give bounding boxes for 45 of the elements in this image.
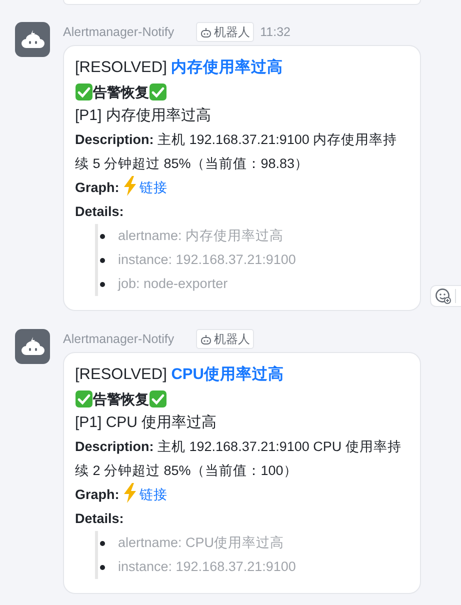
graph-link[interactable]: 链接 bbox=[139, 487, 168, 502]
timestamp: 11:32 bbox=[260, 24, 291, 41]
details-label: Details: bbox=[75, 511, 124, 526]
check-icon bbox=[75, 83, 93, 101]
robot-avatar[interactable] bbox=[15, 22, 50, 57]
sender-name[interactable]: Alertmanager-Notify bbox=[63, 330, 174, 348]
robot-icon bbox=[20, 337, 44, 356]
description-text: Description: 主机 192.168.37.21:9100 内存使用率持续 5 分钟超过 85%（当前值：98.83） bbox=[75, 131, 398, 173]
detail-text: instance: 192.168.37.21:9100 bbox=[118, 558, 296, 576]
alert-title: [RESOLVED] CPU使用率过高 bbox=[75, 364, 285, 385]
bullet-icon bbox=[100, 234, 105, 238]
robot-avatar[interactable] bbox=[15, 329, 50, 364]
alert-link[interactable]: CPU使用率过高 bbox=[171, 366, 284, 383]
detail-text: instance: 192.168.37.21:9100 bbox=[118, 251, 296, 269]
reaction-button[interactable] bbox=[430, 285, 461, 307]
robot-icon bbox=[200, 26, 212, 38]
bullet-icon bbox=[100, 564, 105, 570]
sender-name[interactable]: Alertmanager-Notify bbox=[63, 22, 174, 42]
detail-text: job: node-exporter bbox=[118, 275, 228, 293]
bot-tag: 机器人 bbox=[196, 22, 254, 42]
check-icon bbox=[149, 390, 167, 408]
bullet-icon bbox=[100, 540, 105, 546]
detail-text: alertname: CPU使用率过高 bbox=[118, 534, 284, 552]
robot-icon bbox=[20, 30, 44, 49]
alert-title: [RESOLVED] 内存使用率过高 bbox=[75, 58, 284, 78]
status-text: 告警恢复 bbox=[93, 83, 149, 102]
lightning-icon bbox=[123, 483, 138, 503]
robot-icon bbox=[200, 334, 212, 344]
details-label: Details: bbox=[75, 204, 124, 219]
alert-summary: [P1] CPU 使用率过高 bbox=[75, 413, 218, 433]
emoji-add-icon bbox=[435, 288, 451, 304]
alert-summary: [P1] 内存使用率过高 bbox=[75, 106, 212, 126]
graph-label: Graph: bbox=[75, 487, 120, 502]
lightning-icon bbox=[123, 176, 138, 196]
status-text: 告警恢复 bbox=[93, 390, 149, 409]
graph-link[interactable]: 链接 bbox=[139, 180, 168, 195]
bot-tag: 机器人 bbox=[196, 329, 254, 349]
detail-text: alertname: 内存使用率过高 bbox=[118, 227, 284, 245]
description-text: Description: 主机 192.168.37.21:9100 CPU 使用率持续 2 分钟超过 85%（当前值：100） bbox=[75, 438, 402, 480]
check-icon bbox=[149, 83, 167, 101]
graph-label: Graph: bbox=[75, 180, 120, 195]
alert-link[interactable]: 内存使用率过高 bbox=[171, 59, 284, 76]
bullet-icon bbox=[100, 258, 105, 262]
check-icon bbox=[75, 390, 93, 408]
bullet-icon bbox=[100, 282, 105, 286]
